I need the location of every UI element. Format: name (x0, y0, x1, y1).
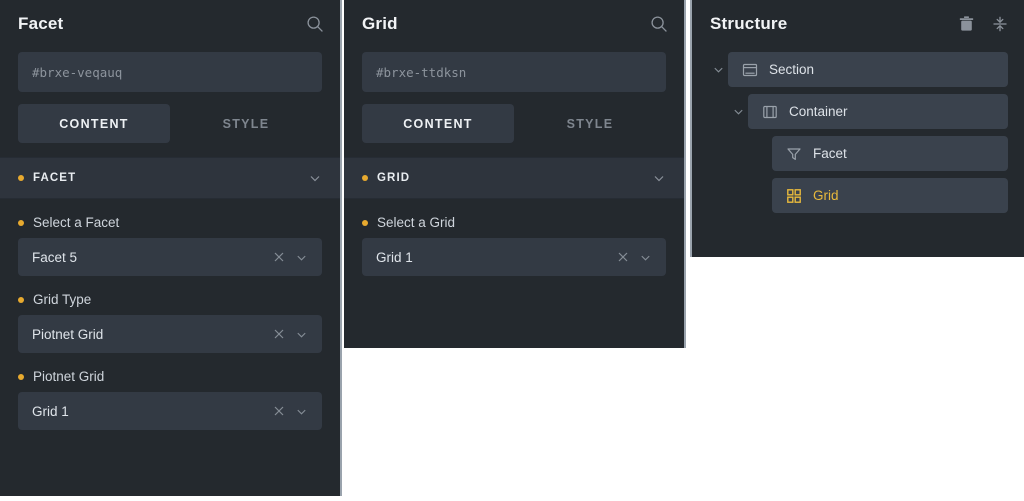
grid-header-icons (650, 15, 668, 33)
accordion-facet[interactable]: FACET (0, 157, 340, 199)
funnel-icon (786, 146, 802, 162)
tab-style[interactable]: STYLE (170, 104, 322, 143)
close-icon[interactable] (273, 251, 285, 263)
grid-type-icons (273, 328, 308, 341)
accent-dot-icon (362, 219, 368, 226)
structure-panel: Structure Section Container Facet Grid (690, 0, 1024, 257)
field-label-text: Piotnet Grid (33, 369, 105, 384)
search-icon[interactable] (650, 15, 668, 33)
field-label-select-a-grid: Select a Grid (362, 215, 666, 230)
field-label-text: Grid Type (33, 292, 92, 307)
tree-item-container[interactable]: Container (748, 94, 1008, 129)
grid-type-value: Piotnet Grid (32, 326, 104, 342)
chevron-down-icon[interactable] (308, 171, 322, 185)
tree-item-facet[interactable]: Facet (772, 136, 1008, 171)
delete-icon[interactable] (959, 16, 974, 32)
tab-content[interactable]: CONTENT (362, 104, 514, 143)
section-icon (742, 62, 758, 78)
field-label-text: Select a Grid (377, 215, 456, 230)
tab-content[interactable]: CONTENT (18, 104, 170, 143)
tree-row: Grid (752, 178, 1008, 213)
tree-row: Section (708, 52, 1008, 87)
select-a-grid-dropdown[interactable]: Grid 1 (362, 238, 666, 276)
page-title: Facet (18, 14, 64, 33)
chevron-down-icon[interactable] (295, 251, 308, 264)
facet-header-icons (306, 15, 324, 33)
grid-tabs: CONTENT STYLE (344, 92, 684, 157)
accordion-facet-left: FACET (18, 172, 76, 184)
close-icon[interactable] (273, 328, 285, 340)
container-icon (762, 104, 778, 120)
tree-row: Facet (752, 136, 1008, 171)
grid-icon (786, 188, 802, 204)
page-title: Grid (362, 14, 398, 33)
structure-panel-header: Structure (692, 0, 1024, 46)
piotnet-grid-dropdown[interactable]: Grid 1 (18, 392, 322, 430)
tree-item-section[interactable]: Section (728, 52, 1008, 87)
facet-fields: Select a Facet Facet 5 Grid Type Piotnet… (0, 199, 340, 462)
structure-header-icons (959, 16, 1008, 32)
accordion-grid[interactable]: GRID (344, 157, 684, 199)
field-label-text: Select a Facet (33, 215, 120, 230)
chevron-down-icon[interactable] (295, 328, 308, 341)
facet-panel-header: Facet (0, 0, 340, 46)
field-label-select-a-facet: Select a Facet (18, 215, 322, 230)
tab-style[interactable]: STYLE (514, 104, 666, 143)
select-a-grid-icons (617, 251, 652, 264)
chevron-down-icon[interactable] (639, 251, 652, 264)
piotnet-grid-value: Grid 1 (32, 403, 69, 419)
piotnet-grid-icons (273, 405, 308, 418)
grid-type-dropdown[interactable]: Piotnet Grid (18, 315, 322, 353)
close-icon[interactable] (273, 405, 285, 417)
grid-settings-panel: Grid CONTENT STYLE GRID Select a (344, 0, 686, 348)
structure-tree: Section Container Facet Grid (692, 46, 1024, 236)
page-title: Structure (710, 14, 788, 33)
close-icon[interactable] (617, 251, 629, 263)
tree-item-label: Grid (813, 188, 839, 203)
chevron-down-icon[interactable] (728, 105, 748, 118)
accordion-grid-left: GRID (362, 172, 410, 184)
accent-dot-icon (18, 219, 24, 226)
collapse-all-icon[interactable] (992, 16, 1008, 32)
grid-element-id-input[interactable] (362, 52, 666, 92)
accent-dot-icon (18, 175, 24, 181)
search-icon[interactable] (306, 15, 324, 33)
chevron-down-icon[interactable] (708, 63, 728, 76)
accordion-grid-label: GRID (377, 172, 411, 184)
accordion-facet-label: FACET (33, 172, 77, 184)
facet-tabs: CONTENT STYLE (0, 92, 340, 157)
grid-fields: Select a Grid Grid 1 (344, 199, 684, 308)
select-a-grid-value: Grid 1 (376, 249, 413, 265)
select-a-facet-dropdown[interactable]: Facet 5 (18, 238, 322, 276)
chevron-down-icon[interactable] (295, 405, 308, 418)
field-label-piotnet-grid: Piotnet Grid (18, 369, 322, 384)
facet-id-field-wrap (0, 46, 340, 92)
facet-settings-panel: Facet CONTENT STYLE FACET Selec (0, 0, 342, 496)
accent-dot-icon (18, 296, 24, 303)
field-label-grid-type: Grid Type (18, 292, 322, 307)
tree-item-label: Section (769, 62, 815, 77)
tree-item-grid[interactable]: Grid (772, 178, 1008, 213)
tree-item-label: Facet (813, 146, 847, 161)
tree-item-label: Container (789, 104, 848, 119)
facet-element-id-input[interactable] (18, 52, 322, 92)
grid-panel-header: Grid (344, 0, 684, 46)
select-a-facet-icons (273, 251, 308, 264)
accent-dot-icon (362, 175, 368, 181)
chevron-down-icon[interactable] (652, 171, 666, 185)
grid-id-field-wrap (344, 46, 684, 92)
tree-row: Container (728, 94, 1008, 129)
accent-dot-icon (18, 373, 24, 380)
select-a-facet-value: Facet 5 (32, 249, 78, 265)
